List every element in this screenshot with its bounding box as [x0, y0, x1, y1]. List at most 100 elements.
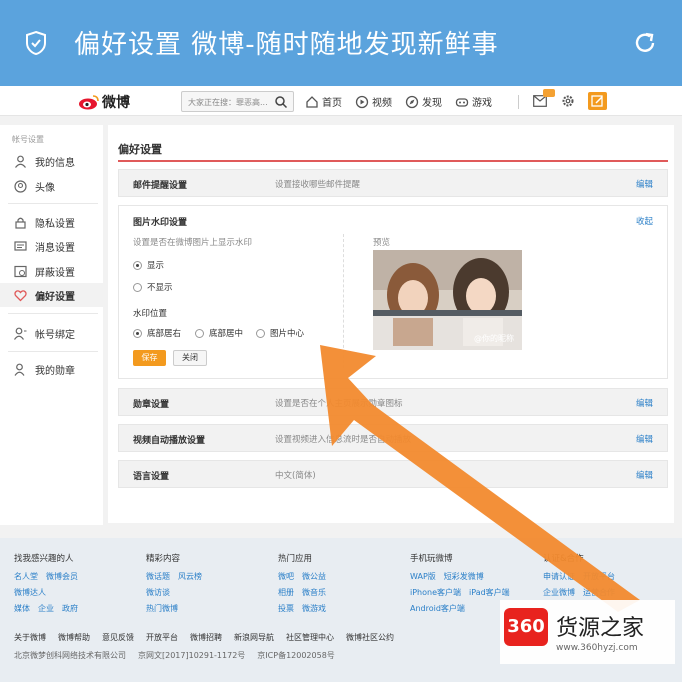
nav-divider: [518, 95, 519, 109]
footer-link[interactable]: 微博达人: [14, 588, 46, 597]
footer-link[interactable]: 微游戏: [302, 604, 326, 613]
footer-link[interactable]: WAP版: [410, 572, 436, 581]
row-title: 视频自动播放设置: [133, 436, 206, 446]
footer-link-help[interactable]: 微博帮助: [58, 632, 90, 643]
block-icon: [14, 265, 27, 277]
footer-col-people: 找我感兴趣的人 名人堂 微博会员 微博达人 媒体 企业 政府: [14, 552, 86, 619]
radio-dot: [133, 260, 142, 270]
mail-badge: [543, 89, 555, 97]
footer-link[interactable]: 政府: [62, 604, 78, 613]
radio-hide[interactable]: 不显示: [133, 281, 173, 293]
sidebar-item-preferences[interactable]: 偏好设置: [0, 283, 103, 307]
sidebar-item-block[interactable]: 屏蔽设置: [0, 259, 103, 283]
compass-icon: [405, 95, 419, 108]
footer-col-title: 热门应用: [278, 554, 313, 564]
footer-link[interactable]: Android客户端: [410, 604, 465, 613]
footer-link[interactable]: 企业: [38, 604, 54, 613]
watermark-brand: 货源之家: [556, 616, 645, 641]
search-input[interactable]: 大家正在搜：罪恶高...: [181, 91, 294, 112]
heart-icon: [14, 289, 27, 301]
footer-link[interactable]: 微音乐: [302, 588, 326, 597]
nav-game[interactable]: 游戏: [455, 94, 492, 109]
sidebar-item-my-info[interactable]: 我的信息: [0, 149, 103, 173]
footer-link[interactable]: 媒体: [14, 604, 30, 613]
sidebar-item-medal[interactable]: 我的勋章: [0, 357, 103, 381]
sidebar-item-label: 我的勋章: [35, 365, 75, 377]
medal-edit-link[interactable]: 编辑: [636, 397, 653, 409]
radio-dot: [133, 282, 142, 292]
footer-link[interactable]: 运营合作: [583, 588, 615, 597]
footer-link[interactable]: 投票: [278, 604, 294, 613]
footer-link[interactable]: iPhone客户端: [410, 588, 461, 597]
radio-dot: [133, 328, 142, 338]
sidebar-item-message[interactable]: 消息设置: [0, 234, 103, 258]
panel-title: 图片水印设置: [133, 218, 188, 228]
radio-show[interactable]: 显示: [133, 259, 164, 271]
sidebar-divider: [8, 351, 98, 352]
footer-link[interactable]: iPad客户端: [469, 588, 510, 597]
sidebar-item-label: 头像: [35, 182, 55, 194]
nav-video[interactable]: 视频: [355, 94, 392, 109]
footer-link[interactable]: 短彩发微博: [444, 572, 484, 581]
radio-bottom-center[interactable]: 底部居中: [195, 327, 243, 339]
nav-discover[interactable]: 发现: [405, 94, 442, 109]
nav-discover-label: 发现: [422, 98, 442, 109]
sidebar-item-label: 屏蔽设置: [35, 267, 75, 279]
weibo-logo[interactable]: 微博: [78, 92, 130, 112]
footer-copyright: 北京微梦创科网络技术有限公司 京网文[2017]10291-1172号 京ICP…: [14, 650, 347, 661]
footer-link[interactable]: 微博会员: [46, 572, 78, 581]
footer-col-title: 找我感兴趣的人: [14, 554, 74, 564]
collapse-link[interactable]: 收起: [636, 215, 653, 227]
footer-link-community[interactable]: 社区管理中心: [286, 632, 334, 643]
mail-edit-link[interactable]: 编辑: [636, 178, 653, 190]
refresh-icon[interactable]: [632, 30, 658, 56]
footer-link[interactable]: 企业微博: [543, 588, 575, 597]
search-placeholder: 大家正在搜：罪恶高...: [188, 98, 268, 107]
footer-link-about[interactable]: 关于微博: [14, 632, 46, 643]
sidebar-item-label: 帐号绑定: [35, 329, 75, 341]
nav-home[interactable]: 首页: [305, 94, 342, 109]
footer-link[interactable]: 申请认证: [543, 572, 575, 581]
gear-icon[interactable]: [561, 94, 575, 108]
language-edit-link[interactable]: 编辑: [636, 469, 653, 481]
sidebar-item-avatar[interactable]: 头像: [0, 174, 103, 198]
video-edit-link[interactable]: 编辑: [636, 433, 653, 445]
footer-link[interactable]: 热门微博: [146, 604, 178, 613]
sidebar-item-privacy[interactable]: 隐私设置: [0, 210, 103, 234]
footer-link[interactable]: 微公益: [302, 572, 326, 581]
preview-watermark: @你的昵称: [474, 333, 514, 344]
footer-link-open[interactable]: 开放平台: [146, 632, 178, 643]
compose-button[interactable]: [588, 92, 607, 110]
section-divider: [118, 160, 668, 162]
footer-link[interactable]: 微话题: [146, 572, 170, 581]
shield-icon[interactable]: [24, 30, 48, 56]
language-settings-row: 语言设置 中文(简体) 编辑: [118, 460, 668, 488]
footer-link[interactable]: 相册: [278, 588, 294, 597]
row-title: 语言设置: [133, 472, 170, 482]
footer-link[interactable]: 名人堂: [14, 572, 38, 581]
save-button[interactable]: 保存: [133, 350, 166, 366]
avatar-icon: [14, 179, 27, 193]
footer-link-convention[interactable]: 微博社区公约: [346, 632, 394, 643]
license-number: 京网文[2017]10291-1172号: [138, 651, 246, 660]
watermark-hint: 设置是否在微博图片上显示水印: [133, 238, 253, 248]
preview-watermark-text: @你的昵称: [474, 334, 514, 343]
radio-dot: [256, 328, 265, 338]
radio-bottom-right[interactable]: 底部居右: [133, 327, 181, 339]
footer-link[interactable]: 微访谈: [146, 588, 170, 597]
footer-links: 关于微博 微博帮助 意见反馈 开放平台 微博招聘 新浪网导航 社区管理中心 微博…: [14, 632, 406, 643]
footer-link-jobs[interactable]: 微博招聘: [190, 632, 222, 643]
panel-divider: [343, 234, 344, 368]
radio-image-center[interactable]: 图片中心: [256, 327, 304, 339]
close-button[interactable]: 关闭: [173, 350, 207, 366]
footer-link-feedback[interactable]: 意见反馈: [102, 632, 134, 643]
nav-home-label: 首页: [322, 98, 342, 109]
game-icon: [455, 97, 469, 107]
footer-link[interactable]: 开放平台: [583, 572, 615, 581]
footer-link[interactable]: 风云榜: [178, 572, 202, 581]
sidebar-item-bind[interactable]: 帐号绑定: [0, 321, 103, 345]
preview-image: @你的昵称: [373, 250, 522, 350]
search-icon[interactable]: [274, 95, 288, 109]
footer-link[interactable]: 微吧: [278, 572, 294, 581]
footer-link-sina-nav[interactable]: 新浪网导航: [234, 632, 274, 643]
